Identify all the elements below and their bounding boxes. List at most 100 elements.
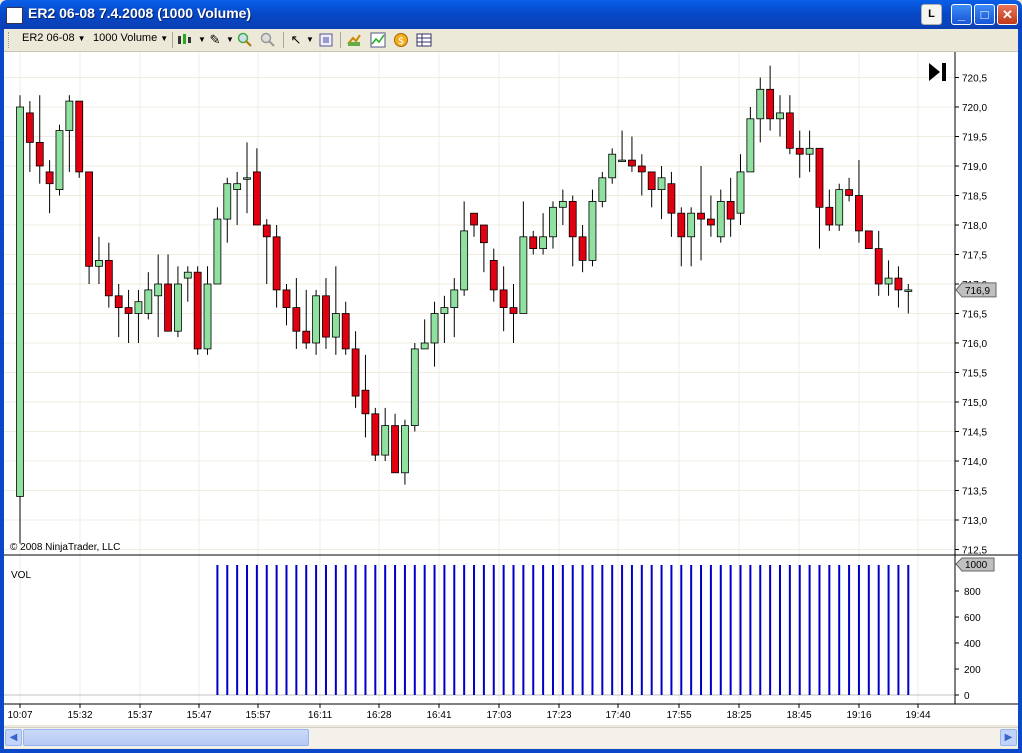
candle-body bbox=[223, 183, 232, 220]
candle-body bbox=[637, 165, 646, 173]
candle-body bbox=[608, 153, 617, 179]
interval-selector[interactable]: 1000 Volume ▼ bbox=[93, 32, 168, 44]
title-bar: ER2 06-08 7.4.2008 (1000 Volume) L _ □ ✕ bbox=[0, 0, 1022, 29]
candle-body bbox=[114, 295, 123, 309]
scrollbar-thumb[interactable] bbox=[23, 729, 309, 746]
candle-body bbox=[312, 295, 321, 344]
candle-body bbox=[361, 389, 370, 415]
candle-body bbox=[440, 307, 449, 314]
scroll-left-button[interactable]: ◀ bbox=[5, 729, 22, 746]
svg-text:$: $ bbox=[398, 36, 404, 47]
candle-body bbox=[233, 183, 242, 190]
pencil-icon[interactable]: ✎ bbox=[207, 32, 223, 48]
price-tick-label: 716,5 bbox=[962, 310, 987, 321]
candle-body bbox=[243, 177, 251, 180]
candle-body bbox=[371, 413, 380, 456]
candle-body bbox=[736, 171, 745, 214]
indicator-icon[interactable] bbox=[370, 32, 386, 48]
scroll-to-end-icon[interactable] bbox=[929, 63, 946, 81]
properties-icon[interactable] bbox=[318, 32, 334, 48]
candle-body bbox=[746, 118, 755, 173]
candle-body bbox=[489, 259, 498, 291]
candle-body bbox=[588, 200, 597, 261]
minimize-button[interactable]: _ bbox=[951, 4, 972, 25]
candle-body bbox=[667, 183, 676, 214]
candle-body bbox=[815, 147, 824, 208]
volume-panel-label: VOL bbox=[11, 570, 31, 581]
candle-body bbox=[420, 342, 429, 350]
last-volume-marker: 1000 bbox=[955, 557, 995, 572]
candle-body bbox=[845, 189, 853, 196]
candle-body bbox=[183, 271, 192, 279]
chart-toolbar: ER2 06-08 ▼ 1000 Volume ▼ ▼ ✎ ▼ ↖ ▼ $ bbox=[4, 29, 1018, 52]
candle-body bbox=[164, 283, 172, 332]
candle-body bbox=[618, 159, 626, 162]
time-tick-label: 17:03 bbox=[486, 710, 511, 721]
last-volume-label: 1000 bbox=[965, 560, 988, 571]
candle-body bbox=[558, 200, 567, 208]
candle-body bbox=[391, 425, 399, 474]
candle-body bbox=[262, 224, 271, 238]
horizontal-scrollbar[interactable]: ◀ ▶ bbox=[4, 727, 1018, 748]
candle-body bbox=[144, 289, 153, 314]
candle-body bbox=[894, 277, 903, 291]
candle-body bbox=[697, 212, 705, 220]
close-button[interactable]: ✕ bbox=[997, 4, 1018, 25]
link-button[interactable]: L bbox=[921, 4, 942, 25]
candle-body bbox=[726, 200, 735, 220]
instrument-label: ER2 06-08 bbox=[22, 32, 75, 44]
candle-body bbox=[687, 212, 696, 238]
candle-body bbox=[904, 289, 913, 292]
candle-body bbox=[509, 307, 518, 314]
price-tick-label: 715,5 bbox=[962, 369, 987, 380]
zoom-in-icon[interactable] bbox=[237, 32, 253, 48]
candle-body bbox=[272, 236, 281, 291]
chart-area[interactable]: 712,5 713,0 713,5 714,0 714,5 715,0 715,5 716,0… bbox=[4, 52, 1018, 725]
time-tick-label: 17:23 bbox=[546, 710, 571, 721]
candle-body bbox=[647, 171, 656, 191]
candle-body bbox=[401, 425, 409, 474]
price-chart-svg[interactable]: 712,5713,0713,5714,0714,5715,0715,5716,0… bbox=[4, 52, 1018, 725]
volume-tick-label: 600 bbox=[964, 613, 981, 624]
candle-body bbox=[766, 88, 775, 120]
candle-body bbox=[302, 330, 311, 344]
candle-body bbox=[470, 212, 478, 226]
candle-body bbox=[499, 289, 508, 308]
maximize-button[interactable]: □ bbox=[974, 4, 995, 25]
chevron-down-icon[interactable]: ▼ bbox=[302, 32, 318, 48]
candle-body bbox=[539, 236, 548, 250]
price-tick-label: 718,0 bbox=[962, 221, 987, 232]
time-tick-label: 16:28 bbox=[366, 710, 391, 721]
toolbar-separator bbox=[172, 32, 173, 48]
candle-body bbox=[785, 112, 794, 149]
window-title: ER2 06-08 7.4.2008 (1000 Volume) bbox=[28, 5, 252, 21]
candle-body bbox=[568, 200, 577, 238]
candle-body bbox=[874, 248, 883, 285]
time-tick-label: 15:57 bbox=[245, 710, 270, 721]
chevron-down-icon[interactable]: ▼ bbox=[222, 32, 238, 48]
scroll-right-button[interactable]: ▶ bbox=[1000, 729, 1017, 746]
strategy-icon[interactable] bbox=[346, 32, 362, 48]
volume-tick-label: 200 bbox=[964, 665, 981, 676]
candle-body bbox=[193, 271, 202, 350]
chevron-down-icon: ▼ bbox=[77, 34, 86, 43]
candle-body bbox=[25, 112, 34, 143]
time-tick-label: 18:45 bbox=[786, 710, 811, 721]
table-icon[interactable] bbox=[416, 32, 432, 48]
instrument-selector[interactable]: ER2 06-08 ▼ bbox=[22, 32, 86, 44]
candle-body bbox=[331, 313, 340, 338]
time-tick-label: 15:47 bbox=[186, 710, 211, 721]
candle-body bbox=[776, 112, 784, 120]
toolbar-grip[interactable] bbox=[8, 32, 12, 48]
zoom-out-icon[interactable] bbox=[260, 32, 276, 48]
candle-body bbox=[35, 142, 44, 167]
price-tick-label: 716,0 bbox=[962, 339, 987, 350]
price-tick-label: 713,0 bbox=[962, 516, 987, 527]
candle-body bbox=[884, 277, 893, 285]
order-icon[interactable]: $ bbox=[393, 32, 409, 48]
app-icon bbox=[6, 7, 23, 24]
candle-body bbox=[835, 189, 844, 226]
price-tick-label: 718,5 bbox=[962, 192, 987, 203]
candlestick-icon[interactable] bbox=[176, 32, 192, 48]
toolbar-separator bbox=[283, 32, 284, 48]
